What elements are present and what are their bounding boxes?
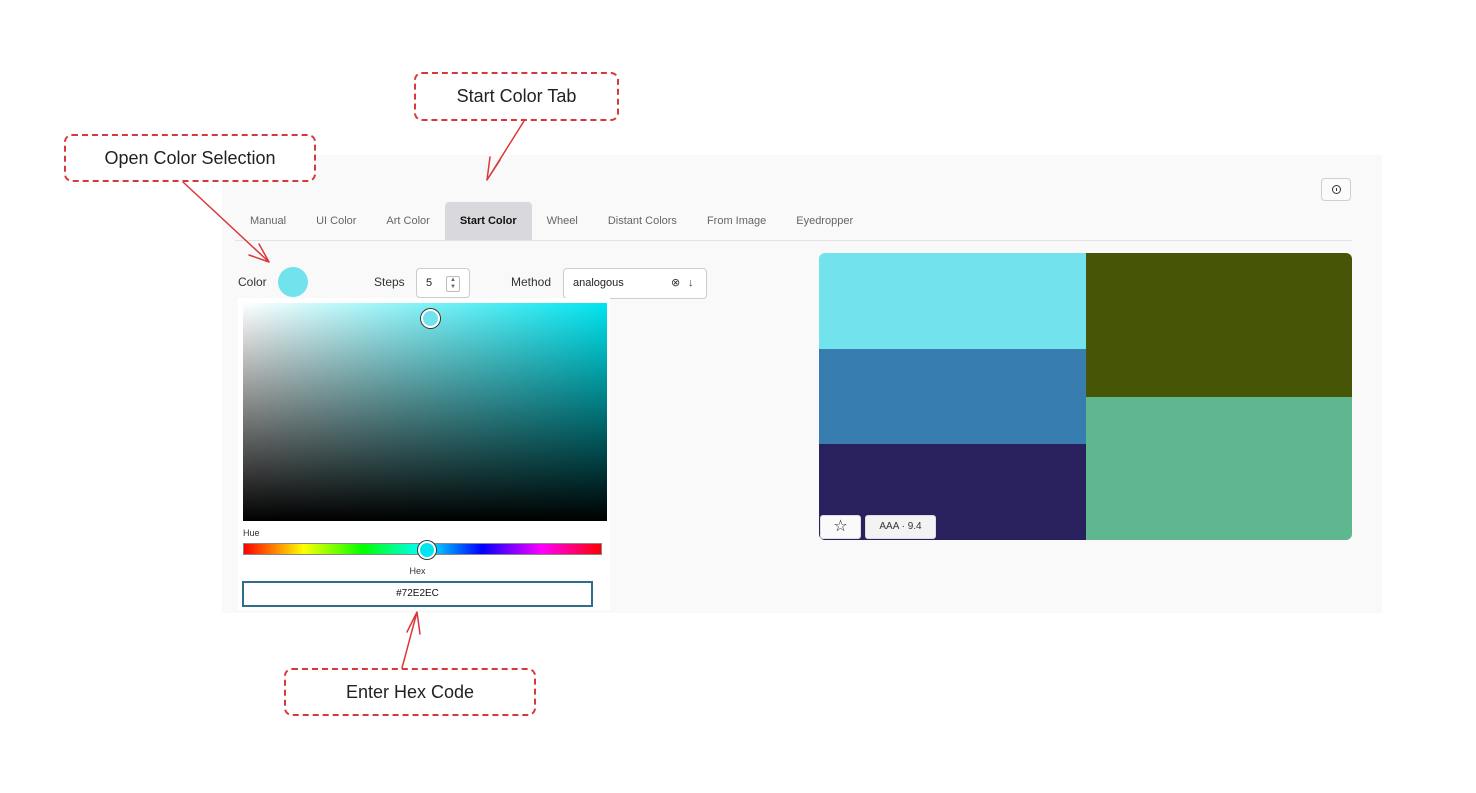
arrow-to-color-swatch xyxy=(182,181,270,263)
annotation-arrows xyxy=(182,120,525,669)
arrow-to-start-color-tab xyxy=(486,120,525,181)
arrow-to-hex-input xyxy=(401,611,421,669)
